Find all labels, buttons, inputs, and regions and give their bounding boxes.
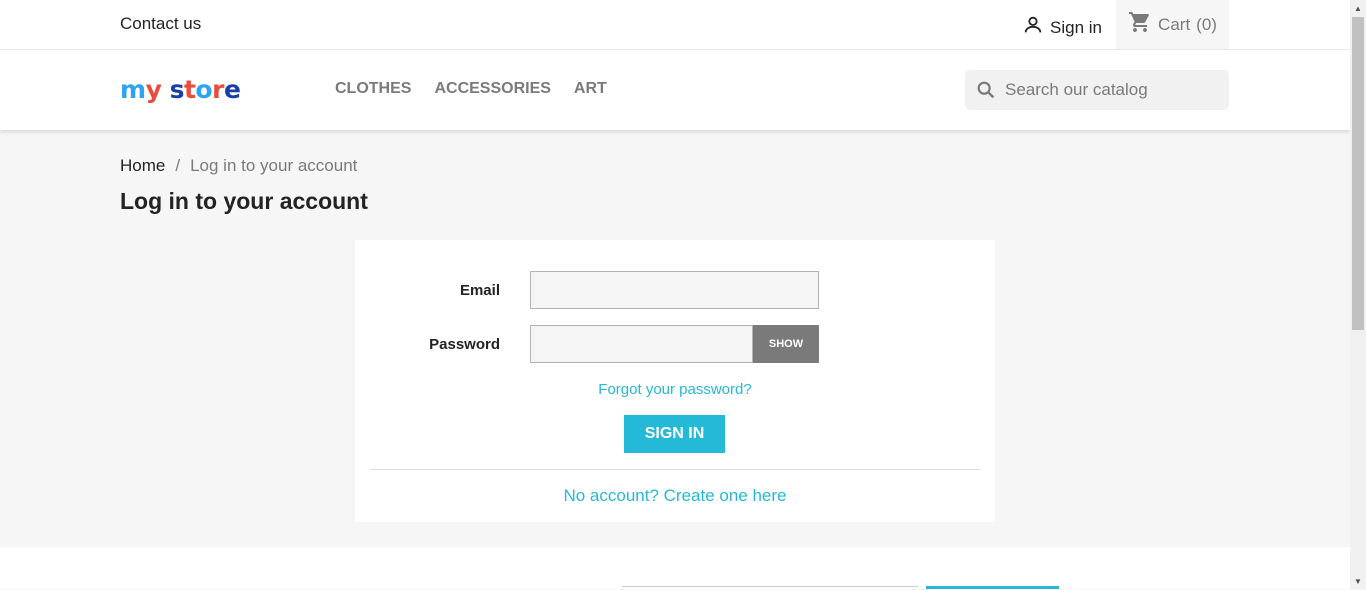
- search-icon[interactable]: [975, 79, 997, 101]
- cart-icon: [1128, 10, 1152, 39]
- top-bar: Contact us Sign in Cart (0): [0, 0, 1350, 50]
- forgot-password-link[interactable]: Forgot your password?: [355, 381, 995, 398]
- logo-letter: e: [223, 75, 241, 104]
- breadcrumb: Home / Log in to your account: [120, 156, 357, 176]
- nav-art[interactable]: ART: [574, 80, 607, 98]
- logo-letter: s: [169, 75, 185, 104]
- password-label: Password: [429, 336, 500, 353]
- scrollbar[interactable]: ▲ ▼: [1350, 0, 1366, 589]
- login-form: Email Password SHOW Forgot your password…: [355, 240, 995, 522]
- logo-letter: r: [212, 75, 224, 104]
- breadcrumb-current: Log in to your account: [190, 156, 358, 175]
- nav-clothes[interactable]: CLOTHES: [335, 80, 411, 98]
- cart-label: Cart: [1158, 14, 1191, 34]
- header: my store CLOTHES ACCESSORIES ART Search …: [0, 50, 1350, 130]
- cart-button[interactable]: Cart (0): [1116, 0, 1229, 49]
- create-account-link[interactable]: No account? Create one here: [355, 486, 995, 506]
- logo-letter: y: [145, 75, 162, 104]
- nav-accessories[interactable]: ACCESSORIES: [434, 80, 550, 98]
- breadcrumb-separator: /: [175, 156, 181, 175]
- sign-in-button[interactable]: SIGN IN: [624, 415, 725, 453]
- divider: [370, 469, 980, 470]
- logo-letter: t: [183, 75, 196, 104]
- logo-letter: o: [195, 75, 213, 104]
- sign-in-label: Sign in: [1050, 17, 1102, 37]
- search-box[interactable]: Search our catalog: [965, 70, 1229, 110]
- store-logo[interactable]: my store: [120, 72, 241, 108]
- user-icon: [1022, 14, 1044, 41]
- scroll-up-icon[interactable]: ▲: [1350, 0, 1366, 16]
- logo-letter: m: [120, 75, 146, 104]
- logo-letter: [161, 75, 169, 104]
- sign-in-link[interactable]: Sign in: [1022, 14, 1102, 41]
- show-password-button[interactable]: SHOW: [753, 325, 819, 363]
- contact-us-link[interactable]: Contact us: [120, 14, 201, 34]
- newsletter-input[interactable]: [622, 586, 918, 590]
- scrollbar-thumb[interactable]: [1352, 17, 1364, 330]
- page-title: Log in to your account: [120, 188, 368, 214]
- email-label: Email: [459, 282, 500, 299]
- email-field[interactable]: [530, 271, 819, 309]
- page: Contact us Sign in Cart (0) my store CLO…: [0, 0, 1350, 589]
- main-nav: CLOTHES ACCESSORIES ART: [335, 80, 607, 98]
- footer: [0, 547, 1350, 589]
- password-field[interactable]: [530, 325, 753, 363]
- scroll-down-icon[interactable]: ▼: [1350, 573, 1366, 589]
- breadcrumb-home[interactable]: Home: [120, 156, 165, 175]
- search-input[interactable]: Search our catalog: [1005, 80, 1148, 100]
- cart-count: (0): [1196, 14, 1217, 34]
